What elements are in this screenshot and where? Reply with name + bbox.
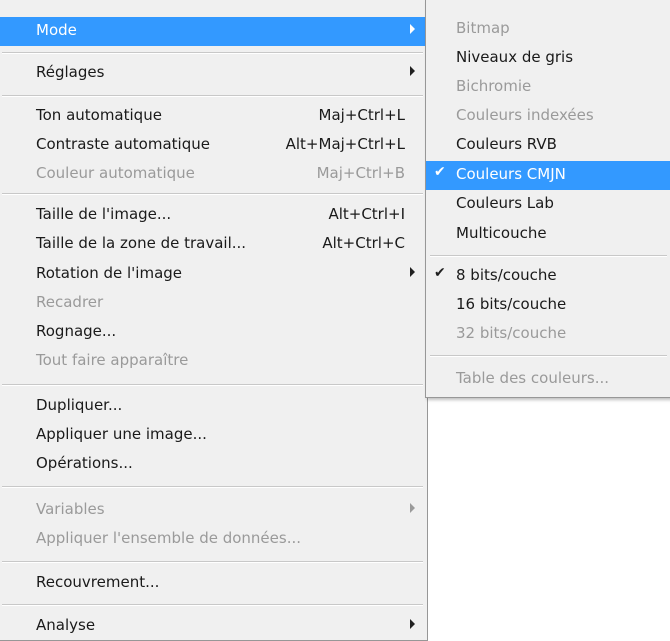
menu-separator (2, 95, 423, 97)
menu-item-shortcut: Maj+Ctrl+L (318, 106, 405, 124)
menu-item-label: Bichromie (456, 77, 532, 95)
menu-item-label: Couleurs RVB (456, 135, 557, 153)
menu-separator (2, 384, 423, 386)
menu-item-contraste-automatique[interactable]: Contraste automatique Alt+Maj+Ctrl+L (0, 131, 427, 160)
menu-item-label: Réglages (36, 63, 105, 81)
menu-item-tout-faire-apparaitre: Tout faire apparaître (0, 347, 427, 376)
menu-item-appliquer-image[interactable]: Appliquer une image... (0, 421, 427, 450)
menu-item-label: Appliquer une image... (36, 425, 207, 443)
menu-item-recouvrement[interactable]: Recouvrement... (0, 569, 427, 598)
menu-item-operations[interactable]: Opérations... (0, 450, 427, 479)
menu-item-label: Table des couleurs... (456, 369, 610, 387)
submenu-arrow-icon (410, 503, 415, 513)
check-icon: ✔ (434, 164, 446, 180)
submenu-arrow-icon (410, 66, 415, 76)
menu-item-label: Appliquer l'ensemble de données... (36, 529, 302, 547)
submenu-item-couleurs-indexees: Couleurs indexées (426, 102, 670, 131)
submenu-item-couleurs-cmjn[interactable]: ✔ Couleurs CMJN (426, 161, 670, 190)
menu-item-shortcut: Alt+Ctrl+C (322, 234, 405, 252)
submenu-arrow-icon (410, 267, 415, 277)
menu-item-label: Multicouche (456, 224, 547, 242)
menu-item-label: Bitmap (456, 19, 510, 37)
menu-item-label: Recadrer (36, 293, 104, 311)
menu-item-mode[interactable]: Mode (0, 17, 427, 46)
menu-item-label: Niveaux de gris (456, 48, 574, 66)
menu-item-analyse[interactable]: Analyse (0, 612, 427, 641)
menu-separator (2, 193, 423, 195)
menu-item-label: Rotation de l'image (36, 264, 183, 282)
menu-item-label: Ton automatique (36, 106, 162, 124)
menu-item-label: 16 bits/couche (456, 295, 567, 313)
menu-item-label: Taille de la zone de travail... (36, 234, 247, 252)
submenu-item-16-bits[interactable]: 16 bits/couche (426, 291, 670, 320)
menu-item-label: Analyse (36, 616, 96, 634)
menu-item-variables: Variables (0, 496, 427, 525)
menu-item-ton-automatique[interactable]: Ton automatique Maj+Ctrl+L (0, 102, 427, 131)
menu-item-shortcut: Maj+Ctrl+B (316, 164, 405, 182)
submenu-item-couleurs-lab[interactable]: Couleurs Lab (426, 190, 670, 219)
menu-item-taille-zone-travail[interactable]: Taille de la zone de travail... Alt+Ctrl… (0, 230, 427, 259)
menu-item-rognage[interactable]: Rognage... (0, 318, 427, 347)
image-menu: Mode Réglages Ton automatique Maj+Ctrl+L… (0, 0, 428, 641)
mode-submenu: Bitmap Niveaux de gris Bichromie Couleur… (425, 0, 670, 398)
submenu-arrow-icon (410, 619, 415, 629)
menu-item-label: Couleurs CMJN (456, 165, 566, 183)
menu-item-dupliquer[interactable]: Dupliquer... (0, 392, 427, 421)
menu-item-label: 32 bits/couche (456, 324, 567, 342)
submenu-item-bitmap: Bitmap (426, 15, 670, 44)
menu-item-taille-image[interactable]: Taille de l'image... Alt+Ctrl+I (0, 201, 427, 230)
menu-item-shortcut: Alt+Ctrl+I (328, 205, 405, 223)
menu-item-shortcut: Alt+Maj+Ctrl+L (285, 135, 405, 153)
menu-item-reglages[interactable]: Réglages (0, 59, 427, 88)
menu-item-label: 8 bits/couche (456, 266, 557, 284)
menu-item-label: Taille de l'image... (36, 205, 172, 223)
menu-item-appliquer-ensemble-donnees: Appliquer l'ensemble de données... (0, 525, 427, 554)
menu-separator (2, 561, 423, 563)
menu-separator (430, 255, 667, 257)
menu-item-couleur-automatique: Couleur automatique Maj+Ctrl+B (0, 160, 427, 189)
submenu-item-table-des-couleurs: Table des couleurs... (426, 365, 670, 394)
submenu-arrow-icon (410, 24, 415, 34)
menu-item-label: Rognage... (36, 322, 117, 340)
menu-item-label: Couleur automatique (36, 164, 195, 182)
menu-item-rotation-image[interactable]: Rotation de l'image (0, 260, 427, 289)
menu-separator (2, 52, 423, 54)
submenu-item-couleurs-rvb[interactable]: Couleurs RVB (426, 131, 670, 160)
menu-item-label: Variables (36, 500, 105, 518)
menu-item-label: Mode (36, 21, 77, 39)
submenu-item-multicouche[interactable]: Multicouche (426, 220, 670, 249)
submenu-item-32-bits: 32 bits/couche (426, 320, 670, 349)
submenu-item-niveaux-de-gris[interactable]: Niveaux de gris (426, 44, 670, 73)
submenu-item-bichromie: Bichromie (426, 73, 670, 102)
menu-item-label: Couleurs indexées (456, 106, 594, 124)
menu-separator (430, 355, 667, 357)
menu-item-label: Opérations... (36, 454, 133, 472)
menu-item-label: Dupliquer... (36, 396, 123, 414)
menu-item-label: Recouvrement... (36, 573, 160, 591)
menu-separator (2, 604, 423, 606)
check-icon: ✔ (434, 265, 446, 281)
menu-item-label: Contraste automatique (36, 135, 210, 153)
menu-item-recadrer: Recadrer (0, 289, 427, 318)
menu-item-label: Tout faire apparaître (36, 351, 189, 369)
menu-separator (2, 486, 423, 488)
submenu-item-8-bits[interactable]: ✔ 8 bits/couche (426, 262, 670, 291)
menu-item-label: Couleurs Lab (456, 194, 554, 212)
